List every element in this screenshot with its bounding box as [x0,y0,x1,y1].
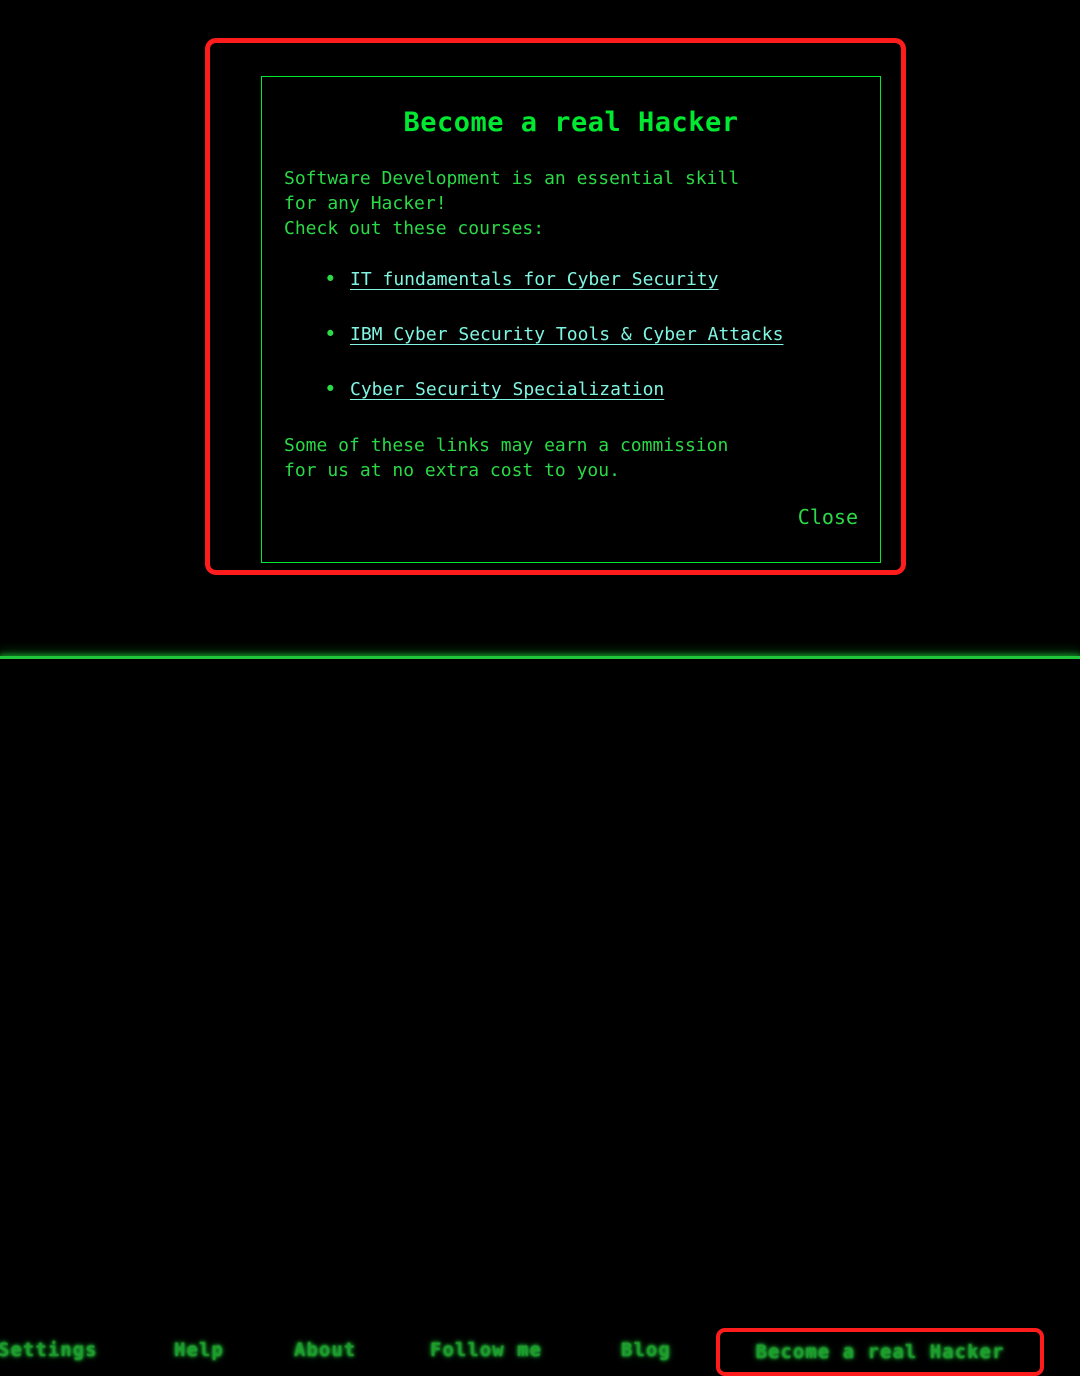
hacker-modal-inner-panel: Become a real Hacker Software Developmen… [261,76,881,563]
bullet-icon: • [324,267,337,292]
modal-intro-text: Software Development is an essential ski… [284,168,740,240]
bullet-icon: • [324,322,337,347]
hacker-modal-red-frame: Become a real Hacker Software Developmen… [205,38,906,575]
nav-item-settings[interactable]: Settings [0,1339,98,1361]
affiliate-disclaimer-text: Some of these links may earn a commissio… [284,435,729,482]
list-item: • IBM Cyber Security Tools & Cyber Attac… [324,313,858,356]
modal-title: Become a real Hacker [403,107,739,138]
nav-item-become-a-real-hacker-label: Become a real Hacker [755,1341,1005,1363]
hacker-terminal-page: { "colors": { "background": "#000000", "… [0,0,1080,1376]
list-item: • Cyber Security Specialization [324,368,858,411]
course-link-list: • IT fundamentals for Cyber Security • I… [284,241,858,411]
nav-item-blog[interactable]: Blog [621,1339,671,1361]
nav-item-become-a-real-hacker[interactable]: Become a real Hacker [716,1328,1044,1376]
nav-item-follow-me[interactable]: Follow me [430,1339,542,1361]
bottom-navigation-bar: Settings Help About Follow me Blog Becom… [0,659,1080,1376]
modal-footer: Close [262,483,880,529]
nav-item-about[interactable]: About [294,1339,356,1361]
list-item: • IT fundamentals for Cyber Security [324,258,858,301]
course-link-cyber-security-specialization[interactable]: Cyber Security Specialization [350,379,664,400]
nav-item-help[interactable]: Help [174,1339,224,1361]
bullet-icon: • [324,377,337,402]
course-link-it-fundamentals[interactable]: IT fundamentals for Cyber Security [350,269,718,290]
course-link-ibm-cyber-security-tools[interactable]: IBM Cyber Security Tools & Cyber Attacks [350,324,783,345]
modal-body: Software Development is an essential ski… [262,139,880,483]
close-button[interactable]: Close [798,505,858,529]
